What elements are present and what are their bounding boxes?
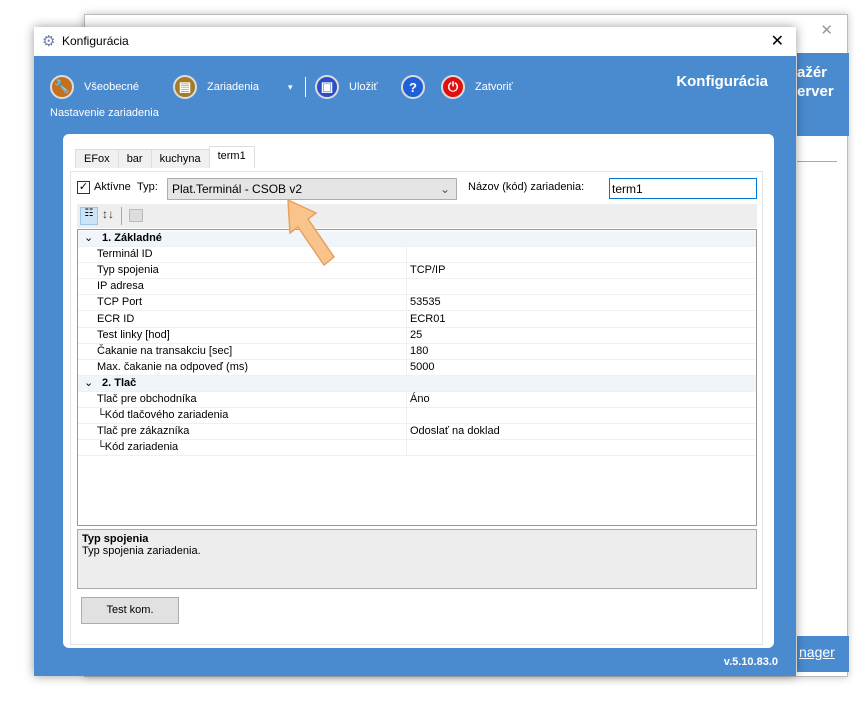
chevron-down-icon[interactable]: ⌄ <box>84 376 93 391</box>
property-value[interactable]: 25 <box>406 328 422 344</box>
tab-efox[interactable]: EFox <box>75 149 119 168</box>
config-window: ⚙ Konfigurácia ✕ 🔧Všeobecné ▤Zariadenia … <box>34 27 796 676</box>
property-name: Terminál ID <box>97 247 153 262</box>
device-tabs: EFox bar kuchyna term1 <box>75 149 254 168</box>
tab-term1[interactable]: term1 <box>209 146 255 168</box>
categorized-icon[interactable]: ☷ <box>80 207 98 225</box>
divider <box>797 161 837 162</box>
subtitle: Nastavenie zariadenia <box>50 107 159 119</box>
save-button[interactable]: ▣ Uložiť <box>315 74 378 100</box>
table-row[interactable]: TCP Port 53535 <box>78 295 756 311</box>
property-name: ECR ID <box>97 312 134 327</box>
table-row[interactable]: Test linky [hod] 25 <box>78 328 756 344</box>
property-grid[interactable]: ⌄ 1. ZákladnéTerminál IDTyp spojenia TCP/I… <box>77 229 757 526</box>
name-label: Názov (kód) zariadenia: <box>468 181 584 193</box>
category-name: 1. Základné <box>102 231 162 246</box>
description-box: Typ spojenia Typ spojenia zariadenia. <box>77 529 757 589</box>
tab-kuchyna[interactable]: kuchyna <box>151 149 210 168</box>
property-value[interactable]: Odoslať na doklad <box>406 424 500 440</box>
separator <box>121 207 122 225</box>
save-label: Uložiť <box>349 81 378 93</box>
table-row[interactable]: ECR ID ECR01 <box>78 312 756 328</box>
property-pages-icon[interactable] <box>129 209 143 222</box>
chevron-down-icon[interactable]: ⌄ <box>84 231 93 246</box>
property-toolbar: ☷ ↕↓ <box>77 204 757 228</box>
active-label: Aktívne <box>94 181 131 193</box>
content-panel: EFox bar kuchyna term1 ✓ Aktívne Typ: Pl… <box>63 134 774 648</box>
property-name: Typ spojenia <box>97 263 159 278</box>
table-row[interactable]: Max. čakanie na odpoveď (ms) 5000 <box>78 360 756 376</box>
table-row[interactable]: Typ spojenia TCP/IP <box>78 263 756 279</box>
back-close-icon[interactable]: ✕ <box>820 21 833 39</box>
property-value[interactable] <box>406 247 410 263</box>
back-footer-link[interactable]: nager <box>799 644 835 660</box>
property-name: └Kód tlačového zariadenia <box>97 408 228 423</box>
property-value[interactable]: TCP/IP <box>406 263 445 279</box>
devices-label: Zariadenia <box>207 81 259 93</box>
property-value[interactable] <box>406 408 410 424</box>
devices-button[interactable]: ▤ Zariadenia <box>173 74 259 100</box>
gear-icon: ⚙ <box>42 32 55 50</box>
property-value[interactable] <box>406 279 410 295</box>
test-com-button[interactable]: Test kom. <box>81 597 179 624</box>
property-value[interactable]: Áno <box>406 392 430 408</box>
version: v.5.10.83.0 <box>724 656 778 668</box>
table-row[interactable]: IP adresa <box>78 279 756 295</box>
title-bar: ⚙ Konfigurácia ✕ <box>34 27 796 56</box>
tab-bar[interactable]: bar <box>118 149 152 168</box>
property-value[interactable]: 180 <box>406 344 428 360</box>
general-button[interactable]: 🔧 Všeobecné <box>50 74 139 100</box>
type-value: Plat.Terminál - CSOB v2 <box>172 182 302 196</box>
chevron-down-icon: ⌄ <box>440 182 450 196</box>
back-header: ažérerver <box>797 53 849 136</box>
description-title: Typ spojenia <box>82 533 752 545</box>
property-name: Max. čakanie na odpoveď (ms) <box>97 360 248 375</box>
property-name: IP adresa <box>97 279 144 294</box>
table-row[interactable]: Tlač pre zákazníka Odoslať na doklad <box>78 424 756 440</box>
active-checkbox[interactable]: ✓ <box>77 181 90 194</box>
devices-dropdown[interactable]: ▾ <box>288 74 293 100</box>
type-label: Typ: <box>137 181 158 193</box>
close-button[interactable]: ⏻ Zatvoriť <box>441 74 513 100</box>
header-heading: Konfigurácia <box>676 73 768 90</box>
property-name: Tlač pre zákazníka <box>97 424 189 439</box>
category-name: 2. Tlač <box>102 376 136 391</box>
property-value[interactable]: 53535 <box>406 295 441 311</box>
floppy-icon: ▣ <box>315 75 339 99</box>
back-footer: nager <box>797 636 849 672</box>
sort-alpha-icon[interactable]: ↕↓ <box>102 207 114 221</box>
wrench-icon: 🔧 <box>50 75 74 99</box>
general-label: Všeobecné <box>84 81 139 93</box>
property-value[interactable]: 5000 <box>406 360 434 376</box>
help-button[interactable]: ? <box>401 74 425 100</box>
property-value[interactable]: ECR01 <box>406 312 445 328</box>
property-name: Tlač pre obchodníka <box>97 392 197 407</box>
table-row[interactable]: └Kód zariadenia <box>78 440 756 456</box>
help-icon: ? <box>401 75 425 99</box>
table-row[interactable]: Čakanie na transakciu [sec] 180 <box>78 344 756 360</box>
description-text: Typ spojenia zariadenia. <box>82 545 752 557</box>
close-icon[interactable]: ✕ <box>771 31 784 51</box>
table-row[interactable]: Terminál ID <box>78 247 756 263</box>
close-label: Zatvoriť <box>475 81 513 93</box>
category-row[interactable]: ⌄ 1. Základné <box>78 231 756 247</box>
property-name: TCP Port <box>97 295 142 310</box>
table-row[interactable]: Tlač pre obchodníka Áno <box>78 392 756 408</box>
category-row[interactable]: ⌄ 2. Tlač <box>78 376 756 392</box>
printer-icon: ▤ <box>173 75 197 99</box>
power-icon: ⏻ <box>441 75 465 99</box>
name-input[interactable]: term1 <box>609 178 757 199</box>
window-title: Konfigurácia <box>62 34 129 48</box>
property-name: └Kód zariadenia <box>97 440 178 455</box>
property-name: Čakanie na transakciu [sec] <box>97 344 232 359</box>
property-name: Test linky [hod] <box>97 328 170 343</box>
table-row[interactable]: └Kód tlačového zariadenia <box>78 408 756 424</box>
separator <box>305 77 306 97</box>
property-value[interactable] <box>406 440 410 456</box>
tab-content: ✓ Aktívne Typ: Plat.Terminál - CSOB v2 ⌄ … <box>70 171 763 645</box>
pointer-arrow-icon <box>280 195 340 270</box>
